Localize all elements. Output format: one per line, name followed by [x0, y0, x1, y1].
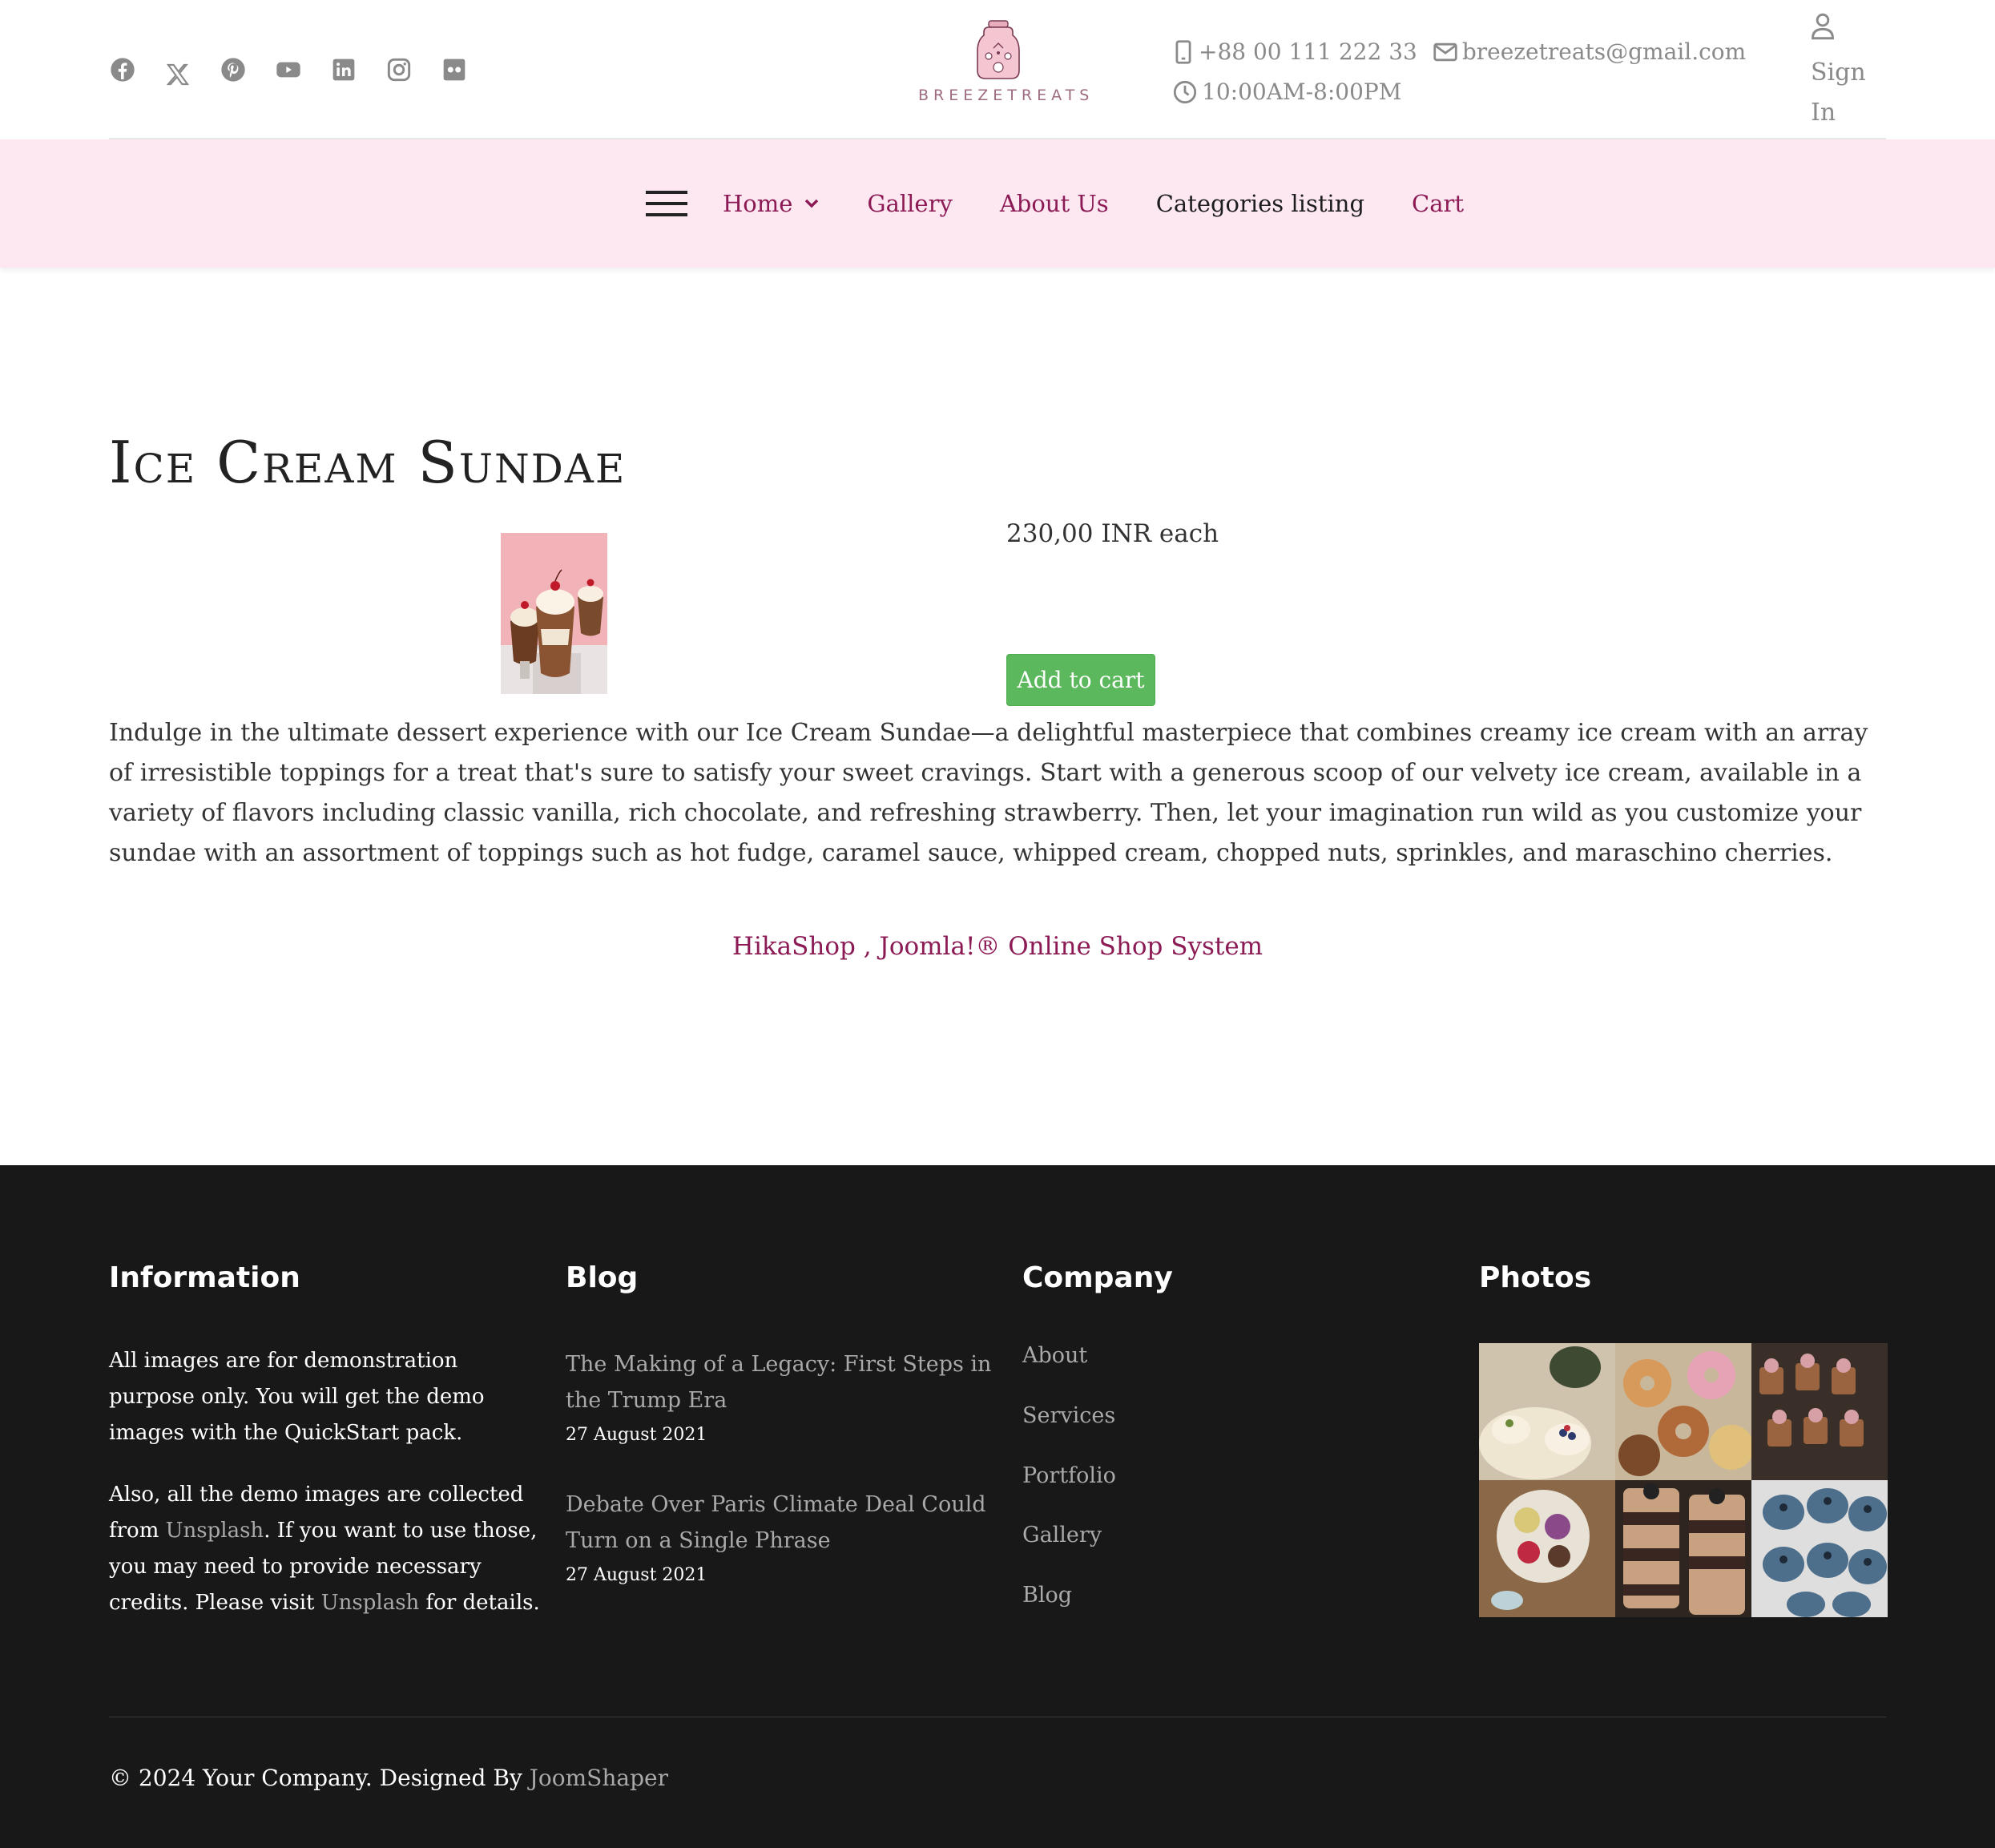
powered-by-link[interactable]: HikaShop , Joomla!® Online Shop System: [0, 932, 1995, 961]
email-address[interactable]: breezetreats@gmail.com: [1462, 32, 1746, 72]
footer-heading-photos: Photos: [1479, 1261, 1592, 1294]
instagram-icon[interactable]: [385, 56, 413, 83]
pinterest-icon[interactable]: [220, 56, 247, 83]
footer-link-portfolio[interactable]: Portfolio: [1022, 1463, 1116, 1488]
menu-toggle-icon[interactable]: [646, 189, 687, 218]
blog-post: Debate Over Paris Climate Deal Could Tur…: [566, 1487, 1014, 1585]
product-title: Ice Cream Sundae: [109, 429, 627, 496]
linkedin-icon[interactable]: [330, 56, 357, 83]
social-links: [109, 51, 496, 88]
site-logo[interactable]: BREEZETREATS: [918, 18, 1094, 107]
product-description: Indulge in the ultimate dessert experien…: [109, 719, 1868, 867]
youtube-icon[interactable]: [275, 56, 302, 83]
joomshaper-link[interactable]: JoomShaper: [530, 1765, 668, 1791]
envelope-icon: [1433, 42, 1457, 62]
blog-post-date: 27 August 2021: [566, 1565, 707, 1585]
x-twitter-icon[interactable]: [164, 61, 191, 88]
product-price: 230,00 INR each: [1006, 519, 1219, 548]
footer-link-services[interactable]: Services: [1022, 1403, 1115, 1428]
footer-heading-company: Company: [1022, 1261, 1173, 1294]
main-navigation: Home Gallery About Us Categories listing…: [0, 139, 1995, 268]
photo-grid: [1479, 1343, 1888, 1617]
sign-in-link[interactable]: Sign In: [1811, 13, 1866, 133]
blog-post-title[interactable]: The Making of a Legacy: First Steps in t…: [566, 1346, 1014, 1418]
top-header: BREEZETREATS +88 00 111 222 33 breezetre…: [0, 0, 1995, 139]
nav-item-about-us[interactable]: About Us: [1000, 190, 1109, 217]
clock-icon: [1173, 80, 1197, 104]
chevron-down-icon: [805, 199, 819, 208]
footer-link-about[interactable]: About: [1022, 1343, 1087, 1368]
blog-post-date: 27 August 2021: [566, 1425, 707, 1445]
information-paragraph-2: Also, all the demo images are collected …: [109, 1477, 542, 1621]
unsplash-link[interactable]: Unsplash: [166, 1519, 264, 1543]
facebook-icon[interactable]: [109, 56, 136, 83]
blog-post: The Making of a Legacy: First Steps in t…: [566, 1346, 1014, 1445]
footer-link-gallery[interactable]: Gallery: [1022, 1523, 1102, 1547]
logo-text: BREEZETREATS: [918, 87, 1094, 104]
sign-in-label-line2: In: [1811, 99, 1836, 127]
flickr-icon[interactable]: [441, 56, 468, 83]
phone-icon: [1175, 40, 1191, 64]
unsplash-link[interactable]: Unsplash: [321, 1591, 420, 1615]
contact-info: +88 00 111 222 33 breezetreats@gmail.com…: [1173, 32, 1746, 112]
photo-thumbnail[interactable]: [1615, 1343, 1751, 1480]
blog-post-title[interactable]: Debate Over Paris Climate Deal Could Tur…: [566, 1487, 1014, 1559]
phone-number[interactable]: +88 00 111 222 33: [1199, 32, 1417, 72]
nav-item-categories-listing[interactable]: Categories listing: [1156, 190, 1364, 217]
information-text-part: for details.: [419, 1591, 540, 1615]
product-image[interactable]: [501, 533, 607, 694]
photo-thumbnail[interactable]: [1751, 1343, 1888, 1480]
photo-thumbnail[interactable]: [1751, 1480, 1888, 1617]
footer-heading-information: Information: [109, 1261, 300, 1294]
user-icon: [1812, 13, 1834, 40]
jar-logo-icon: [977, 20, 1020, 79]
photo-thumbnail[interactable]: [1479, 1480, 1615, 1617]
photo-thumbnail[interactable]: [1479, 1343, 1615, 1480]
nav-item-gallery[interactable]: Gallery: [867, 190, 952, 217]
sign-in-label-line1: Sign: [1811, 59, 1866, 87]
add-to-cart-button[interactable]: Add to cart: [1006, 654, 1155, 706]
copyright-text: © 2024 Your Company. Designed By: [109, 1765, 530, 1791]
site-footer: Information All images are for demonstra…: [0, 1165, 1995, 1848]
photo-thumbnail[interactable]: [1615, 1480, 1751, 1617]
nav-item-home[interactable]: Home: [723, 190, 820, 217]
nav-item-home-label: Home: [723, 190, 793, 217]
copyright: © 2024 Your Company. Designed By JoomSha…: [109, 1765, 668, 1791]
information-paragraph-1: All images are for demonstration purpose…: [109, 1349, 485, 1445]
opening-hours: 10:00AM-8:00PM: [1202, 79, 1402, 105]
nav-item-cart[interactable]: Cart: [1412, 190, 1464, 217]
footer-heading-blog: Blog: [566, 1261, 639, 1294]
footer-link-blog[interactable]: Blog: [1022, 1583, 1072, 1608]
